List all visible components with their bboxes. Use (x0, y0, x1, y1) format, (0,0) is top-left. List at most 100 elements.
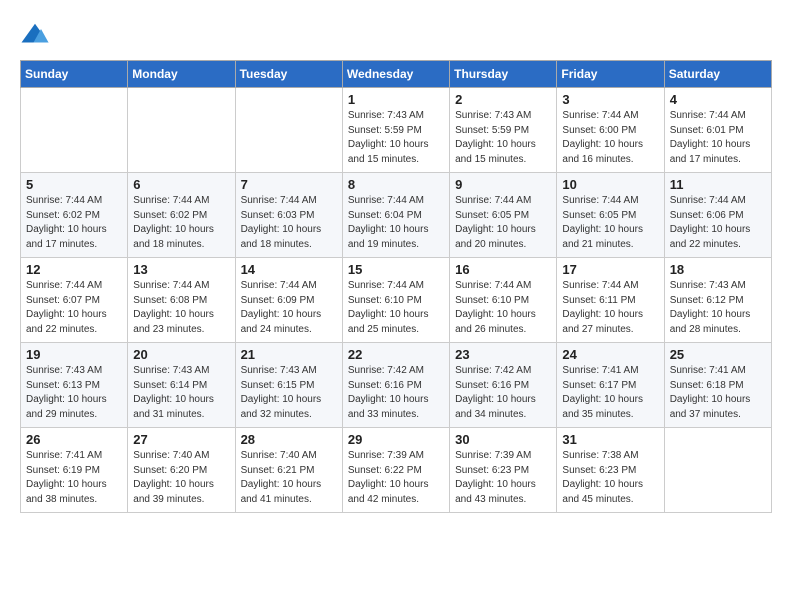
calendar-cell: 27 Sunrise: 7:40 AM Sunset: 6:20 PM Dayli… (128, 428, 235, 513)
calendar-cell: 13 Sunrise: 7:44 AM Sunset: 6:08 PM Dayli… (128, 258, 235, 343)
day-number: 15 (348, 262, 444, 277)
day-number: 6 (133, 177, 229, 192)
day-number: 24 (562, 347, 658, 362)
calendar-week-1: 1 Sunrise: 7:43 AM Sunset: 5:59 PM Daylig… (21, 88, 772, 173)
day-info: Sunrise: 7:40 AM Sunset: 6:21 PM Dayligh… (241, 449, 337, 507)
logo-icon (20, 20, 50, 50)
day-number: 4 (670, 92, 766, 107)
calendar-cell: 16 Sunrise: 7:44 AM Sunset: 6:10 PM Dayli… (450, 258, 557, 343)
calendar-cell: 24 Sunrise: 7:41 AM Sunset: 6:17 PM Dayli… (557, 343, 664, 428)
day-number: 14 (241, 262, 337, 277)
calendar-cell: 1 Sunrise: 7:43 AM Sunset: 5:59 PM Daylig… (342, 88, 449, 173)
day-header-friday: Friday (557, 61, 664, 88)
calendar-cell: 31Sunrise: 7:38 AM Sunset: 6:23 PM Dayli… (557, 428, 664, 513)
day-info: Sunrise: 7:44 AM Sunset: 6:06 PM Dayligh… (670, 194, 766, 252)
day-info: Sunrise: 7:39 AM Sunset: 6:22 PM Dayligh… (348, 449, 444, 507)
day-info: Sunrise: 7:44 AM Sunset: 6:07 PM Dayligh… (26, 279, 122, 337)
day-number: 12 (26, 262, 122, 277)
calendar-table: SundayMondayTuesdayWednesdayThursdayFrid… (20, 60, 772, 513)
calendar-cell (235, 88, 342, 173)
day-number: 21 (241, 347, 337, 362)
day-number: 8 (348, 177, 444, 192)
day-info: Sunrise: 7:43 AM Sunset: 6:13 PM Dayligh… (26, 364, 122, 422)
calendar-cell: 19 Sunrise: 7:43 AM Sunset: 6:13 PM Dayli… (21, 343, 128, 428)
calendar-cell: 17Sunrise: 7:44 AM Sunset: 6:11 PM Dayli… (557, 258, 664, 343)
day-info: Sunrise: 7:44 AM Sunset: 6:03 PM Dayligh… (241, 194, 337, 252)
day-info: Sunrise: 7:44 AM Sunset: 6:08 PM Dayligh… (133, 279, 229, 337)
calendar-cell: 28 Sunrise: 7:40 AM Sunset: 6:21 PM Dayli… (235, 428, 342, 513)
calendar-cell: 14Sunrise: 7:44 AM Sunset: 6:09 PM Dayli… (235, 258, 342, 343)
calendar-cell: 11Sunrise: 7:44 AM Sunset: 6:06 PM Dayli… (664, 173, 771, 258)
day-info: Sunrise: 7:44 AM Sunset: 6:05 PM Dayligh… (562, 194, 658, 252)
calendar-cell: 7 Sunrise: 7:44 AM Sunset: 6:03 PM Daylig… (235, 173, 342, 258)
calendar-cell: 12 Sunrise: 7:44 AM Sunset: 6:07 PM Dayli… (21, 258, 128, 343)
calendar-week-3: 12 Sunrise: 7:44 AM Sunset: 6:07 PM Dayli… (21, 258, 772, 343)
day-number: 27 (133, 432, 229, 447)
calendar-cell: 3Sunrise: 7:44 AM Sunset: 6:00 PM Daylig… (557, 88, 664, 173)
calendar-cell (21, 88, 128, 173)
day-info: Sunrise: 7:44 AM Sunset: 6:10 PM Dayligh… (455, 279, 551, 337)
day-number: 28 (241, 432, 337, 447)
day-info: Sunrise: 7:42 AM Sunset: 6:16 PM Dayligh… (348, 364, 444, 422)
day-header-thursday: Thursday (450, 61, 557, 88)
day-info: Sunrise: 7:44 AM Sunset: 6:05 PM Dayligh… (455, 194, 551, 252)
day-number: 10 (562, 177, 658, 192)
day-number: 30 (455, 432, 551, 447)
day-info: Sunrise: 7:41 AM Sunset: 6:17 PM Dayligh… (562, 364, 658, 422)
day-info: Sunrise: 7:44 AM Sunset: 6:02 PM Dayligh… (26, 194, 122, 252)
day-number: 25 (670, 347, 766, 362)
logo (20, 20, 52, 50)
calendar-week-5: 26Sunrise: 7:41 AM Sunset: 6:19 PM Dayli… (21, 428, 772, 513)
day-info: Sunrise: 7:40 AM Sunset: 6:20 PM Dayligh… (133, 449, 229, 507)
day-info: Sunrise: 7:43 AM Sunset: 5:59 PM Dayligh… (348, 109, 444, 167)
calendar-cell: 21 Sunrise: 7:43 AM Sunset: 6:15 PM Dayli… (235, 343, 342, 428)
day-number: 2 (455, 92, 551, 107)
calendar-cell: 4 Sunrise: 7:44 AM Sunset: 6:01 PM Daylig… (664, 88, 771, 173)
calendar-cell: 6Sunrise: 7:44 AM Sunset: 6:02 PM Daylig… (128, 173, 235, 258)
day-number: 19 (26, 347, 122, 362)
day-info: Sunrise: 7:44 AM Sunset: 6:01 PM Dayligh… (670, 109, 766, 167)
day-number: 9 (455, 177, 551, 192)
day-header-wednesday: Wednesday (342, 61, 449, 88)
day-header-monday: Monday (128, 61, 235, 88)
calendar-cell: 15 Sunrise: 7:44 AM Sunset: 6:10 PM Dayli… (342, 258, 449, 343)
day-number: 1 (348, 92, 444, 107)
day-number: 16 (455, 262, 551, 277)
day-info: Sunrise: 7:43 AM Sunset: 6:15 PM Dayligh… (241, 364, 337, 422)
day-number: 18 (670, 262, 766, 277)
day-number: 7 (241, 177, 337, 192)
calendar-cell: 29 Sunrise: 7:39 AM Sunset: 6:22 PM Dayli… (342, 428, 449, 513)
calendar-cell: 18 Sunrise: 7:43 AM Sunset: 6:12 PM Dayli… (664, 258, 771, 343)
day-number: 26 (26, 432, 122, 447)
day-info: Sunrise: 7:44 AM Sunset: 6:00 PM Dayligh… (562, 109, 658, 167)
calendar-cell: 22 Sunrise: 7:42 AM Sunset: 6:16 PM Dayli… (342, 343, 449, 428)
day-info: Sunrise: 7:44 AM Sunset: 6:10 PM Dayligh… (348, 279, 444, 337)
day-info: Sunrise: 7:39 AM Sunset: 6:23 PM Dayligh… (455, 449, 551, 507)
calendar-cell (664, 428, 771, 513)
day-info: Sunrise: 7:43 AM Sunset: 6:14 PM Dayligh… (133, 364, 229, 422)
calendar-cell: 23Sunrise: 7:42 AM Sunset: 6:16 PM Dayli… (450, 343, 557, 428)
day-info: Sunrise: 7:43 AM Sunset: 5:59 PM Dayligh… (455, 109, 551, 167)
calendar-cell: 30 Sunrise: 7:39 AM Sunset: 6:23 PM Dayli… (450, 428, 557, 513)
day-number: 22 (348, 347, 444, 362)
day-info: Sunrise: 7:43 AM Sunset: 6:12 PM Dayligh… (670, 279, 766, 337)
page-header (20, 20, 772, 50)
calendar-cell: 9 Sunrise: 7:44 AM Sunset: 6:05 PM Daylig… (450, 173, 557, 258)
day-info: Sunrise: 7:38 AM Sunset: 6:23 PM Dayligh… (562, 449, 658, 507)
day-number: 23 (455, 347, 551, 362)
day-header-tuesday: Tuesday (235, 61, 342, 88)
calendar-header-row: SundayMondayTuesdayWednesdayThursdayFrid… (21, 61, 772, 88)
day-number: 13 (133, 262, 229, 277)
calendar-cell: 8Sunrise: 7:44 AM Sunset: 6:04 PM Daylig… (342, 173, 449, 258)
day-number: 5 (26, 177, 122, 192)
calendar-cell: 25 Sunrise: 7:41 AM Sunset: 6:18 PM Dayli… (664, 343, 771, 428)
day-header-saturday: Saturday (664, 61, 771, 88)
calendar-week-2: 5 Sunrise: 7:44 AM Sunset: 6:02 PM Daylig… (21, 173, 772, 258)
day-number: 20 (133, 347, 229, 362)
day-number: 29 (348, 432, 444, 447)
day-info: Sunrise: 7:41 AM Sunset: 6:18 PM Dayligh… (670, 364, 766, 422)
calendar-cell (128, 88, 235, 173)
calendar-week-4: 19 Sunrise: 7:43 AM Sunset: 6:13 PM Dayli… (21, 343, 772, 428)
day-number: 17 (562, 262, 658, 277)
calendar-cell: 5 Sunrise: 7:44 AM Sunset: 6:02 PM Daylig… (21, 173, 128, 258)
